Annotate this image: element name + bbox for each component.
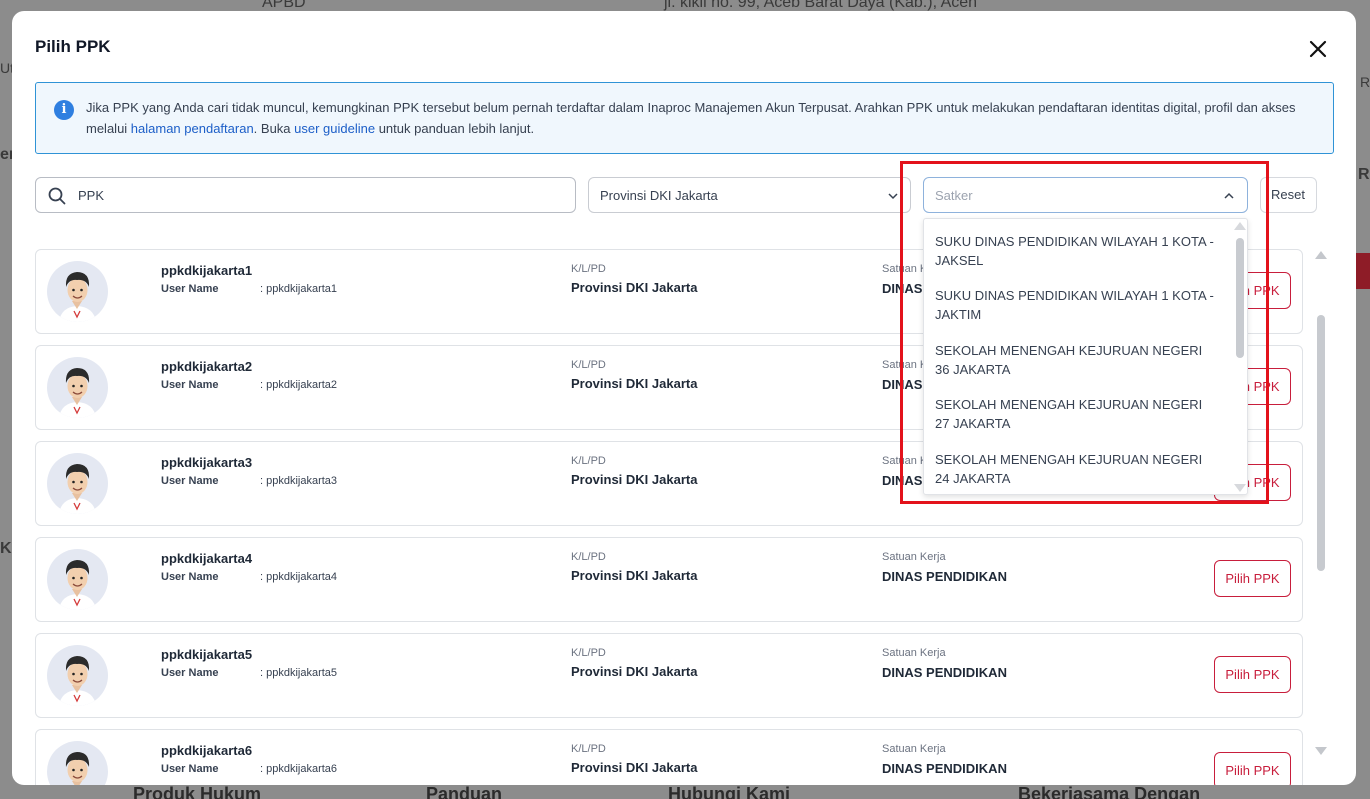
username-label: User Name bbox=[161, 763, 219, 775]
username-label: User Name bbox=[161, 667, 219, 679]
klpd-label: K/L/PD bbox=[571, 455, 606, 467]
ppk-card: ppkdkijakarta6 User Name : ppkdkijakarta… bbox=[35, 729, 1303, 785]
info-icon: i bbox=[54, 100, 74, 120]
klpd-label: K/L/PD bbox=[571, 263, 606, 275]
pilih-ppk-button[interactable]: Pilih PPK bbox=[1214, 656, 1291, 693]
username-value: : ppkdkijakarta6 bbox=[260, 763, 338, 775]
info-text-part: . Buka bbox=[253, 121, 295, 136]
username-value: : ppkdkijakarta4 bbox=[260, 571, 338, 583]
list-scrollbar[interactable] bbox=[1315, 249, 1327, 769]
search-field[interactable] bbox=[35, 177, 576, 213]
ppk-name: ppkdkijakarta5 bbox=[161, 647, 253, 662]
ppk-card: ppkdkijakarta5 User Name : ppkdkijakarta… bbox=[35, 633, 1303, 718]
ppk-name: ppkdkijakarta4 bbox=[161, 551, 253, 566]
username-label: User Name bbox=[161, 475, 219, 487]
avatar bbox=[47, 645, 108, 706]
klpd-value: Provinsi DKI Jakarta bbox=[571, 568, 698, 583]
bg-text: R bbox=[1360, 74, 1370, 90]
klpd-value: Provinsi DKI Jakarta bbox=[571, 376, 698, 391]
klpd-value: Provinsi DKI Jakarta bbox=[571, 472, 698, 487]
avatar bbox=[47, 261, 108, 322]
scroll-thumb[interactable] bbox=[1317, 315, 1325, 571]
footer-link: Bekerjasama Dengan bbox=[1018, 784, 1201, 799]
provinsi-select[interactable]: Provinsi DKI Jakarta bbox=[588, 177, 911, 213]
avatar bbox=[47, 357, 108, 418]
modal-title: Pilih PPK bbox=[35, 37, 111, 56]
provinsi-value: Provinsi DKI Jakarta bbox=[600, 188, 718, 203]
ppk-name: ppkdkijakarta2 bbox=[161, 359, 253, 374]
user-guideline-link[interactable]: user guideline bbox=[294, 121, 375, 136]
klpd-label: K/L/PD bbox=[571, 551, 606, 563]
satuan-kerja-label: Satuan Kerja bbox=[882, 551, 946, 563]
satuan-kerja-label: Satuan Kerja bbox=[882, 743, 946, 755]
ppk-name: ppkdkijakarta1 bbox=[161, 263, 253, 278]
close-icon[interactable] bbox=[1306, 37, 1330, 61]
klpd-value: Provinsi DKI Jakarta bbox=[571, 664, 698, 679]
username-value: : ppkdkijakarta2 bbox=[260, 379, 338, 391]
scroll-down-arrow[interactable] bbox=[1315, 747, 1327, 755]
ppk-name: ppkdkijakarta6 bbox=[161, 743, 253, 758]
username-value: : ppkdkijakarta1 bbox=[260, 283, 338, 295]
username-label: User Name bbox=[161, 283, 219, 295]
klpd-value: Provinsi DKI Jakarta bbox=[571, 760, 698, 775]
pilih-ppk-button[interactable]: Pilih PPK bbox=[1214, 752, 1291, 785]
username-label: User Name bbox=[161, 379, 219, 391]
pilih-ppk-button[interactable]: Pilih PPK bbox=[1214, 560, 1291, 597]
klpd-label: K/L/PD bbox=[571, 359, 606, 371]
username-value: : ppkdkijakarta3 bbox=[260, 475, 338, 487]
info-text-part: untuk panduan lebih lanjut. bbox=[375, 121, 535, 136]
klpd-label: K/L/PD bbox=[571, 647, 606, 659]
klpd-value: Provinsi DKI Jakarta bbox=[571, 280, 698, 295]
ppk-card: ppkdkijakarta4 User Name : ppkdkijakarta… bbox=[35, 537, 1303, 622]
highlight-box bbox=[900, 161, 1269, 504]
satuan-kerja-label: Satuan Kerja bbox=[882, 647, 946, 659]
registration-page-link[interactable]: halaman pendaftaran bbox=[131, 121, 254, 136]
search-input[interactable] bbox=[78, 178, 558, 212]
info-text: Jika PPK yang Anda cari tidak muncul, ke… bbox=[86, 97, 1316, 139]
info-alert: i Jika PPK yang Anda cari tidak muncul, … bbox=[35, 82, 1334, 154]
satuan-kerja-value: DINAS PENDIDIKAN bbox=[882, 665, 1007, 680]
username-label: User Name bbox=[161, 571, 219, 583]
klpd-label: K/L/PD bbox=[571, 743, 606, 755]
bg-text: Rp bbox=[1358, 166, 1370, 183]
ppk-name: ppkdkijakarta3 bbox=[161, 455, 253, 470]
satuan-kerja-value: DINAS PENDIDIKAN bbox=[882, 569, 1007, 584]
avatar bbox=[47, 453, 108, 514]
footer-link: Produk Hukum bbox=[133, 784, 262, 799]
username-value: : ppkdkijakarta5 bbox=[260, 667, 338, 679]
search-icon bbox=[48, 187, 66, 205]
footer-link: Panduan bbox=[426, 784, 503, 799]
avatar bbox=[47, 741, 108, 785]
satuan-kerja-value: DINAS PENDIDIKAN bbox=[882, 761, 1007, 776]
avatar bbox=[47, 549, 108, 610]
chevron-down-icon bbox=[888, 193, 898, 200]
bg-red-button bbox=[1356, 253, 1370, 289]
footer-link: Hubungi Kami bbox=[668, 784, 790, 799]
scroll-up-arrow[interactable] bbox=[1315, 251, 1327, 259]
